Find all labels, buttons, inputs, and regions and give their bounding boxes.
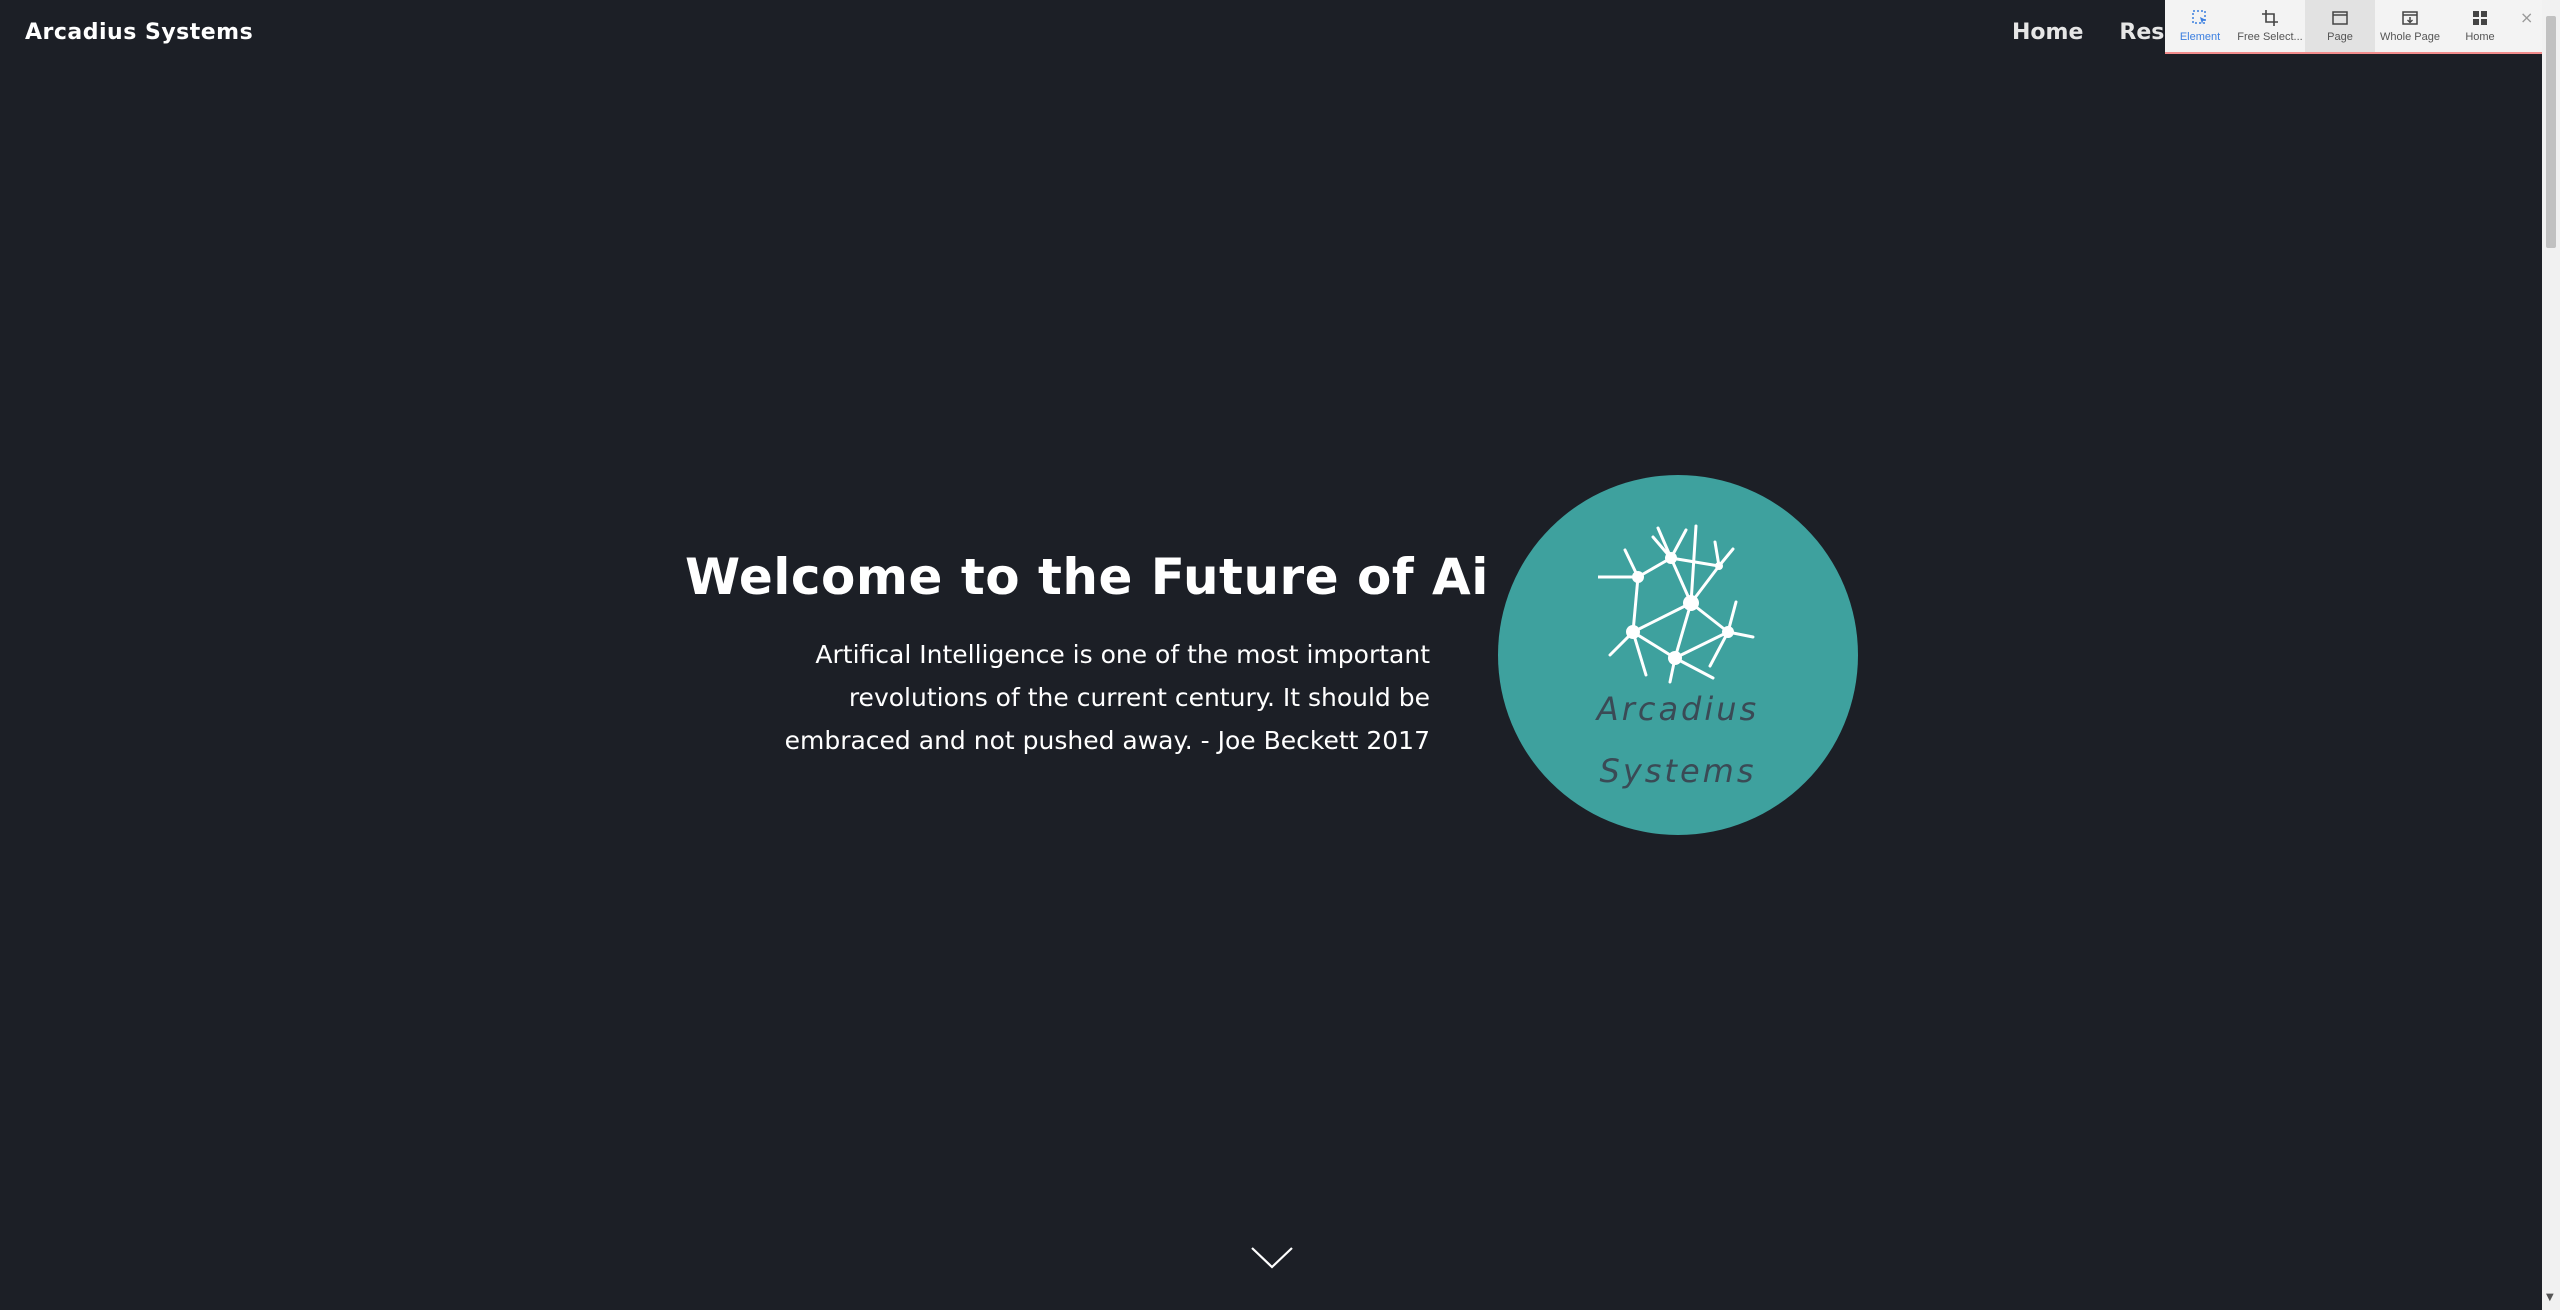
- whole-page-label: Whole Page: [2380, 31, 2440, 43]
- close-icon[interactable]: ×: [2520, 8, 2533, 27]
- element-select-button[interactable]: Element: [2165, 0, 2235, 52]
- logo-text-line2: Systems: [1599, 752, 1757, 790]
- home-button[interactable]: Home: [2445, 0, 2515, 52]
- logo-text-line1: Arcadius: [1596, 690, 1760, 728]
- quote-line: Artifical Intelligence is one of the mos…: [815, 640, 1430, 669]
- free-select-label: Free Select...: [2237, 31, 2303, 43]
- main-nav: Home Rese: [2012, 20, 2179, 45]
- chevron-down-icon[interactable]: [1250, 1245, 1294, 1271]
- whole-page-button[interactable]: Whole Page: [2375, 0, 2445, 52]
- free-select-button[interactable]: Free Select...: [2235, 0, 2305, 52]
- hero-title: Welcome to the Future of Ai: [685, 548, 1489, 606]
- page-icon: [2332, 11, 2348, 25]
- scroll-down-arrow-icon[interactable]: ▼: [2546, 1292, 2554, 1303]
- neural-network-icon: [1598, 524, 1755, 684]
- quote-line: revolutions of the current century. It s…: [848, 683, 1430, 712]
- quote-line: embraced and not pushed away. - Joe Beck…: [784, 726, 1430, 755]
- vertical-scrollbar[interactable]: ▼: [2542, 0, 2560, 1310]
- page-capture-label: Page: [2327, 31, 2353, 43]
- nav-link-home[interactable]: Home: [2012, 20, 2083, 45]
- screenshot-toolbar: Element Free Select... Page Whole Page H…: [2165, 0, 2545, 54]
- element-select-label: Element: [2179, 31, 2221, 43]
- brand-logo-link[interactable]: Arcadius Systems: [25, 20, 253, 45]
- crop-icon: [2262, 10, 2278, 26]
- company-logo: Arcadius Systems: [1498, 475, 1858, 835]
- hero-quote: Artifical Intelligence is one of the mos…: [690, 633, 1430, 762]
- grid-icon: [2473, 11, 2487, 25]
- scrollbar-thumb[interactable]: [2546, 16, 2556, 248]
- element-select-icon: [2192, 10, 2206, 24]
- page: Arcadius Systems Home Rese Element Free …: [0, 0, 2560, 1310]
- whole-page-icon: [2402, 11, 2418, 25]
- home-label: Home: [2465, 31, 2495, 43]
- page-capture-button[interactable]: Page: [2305, 0, 2375, 52]
